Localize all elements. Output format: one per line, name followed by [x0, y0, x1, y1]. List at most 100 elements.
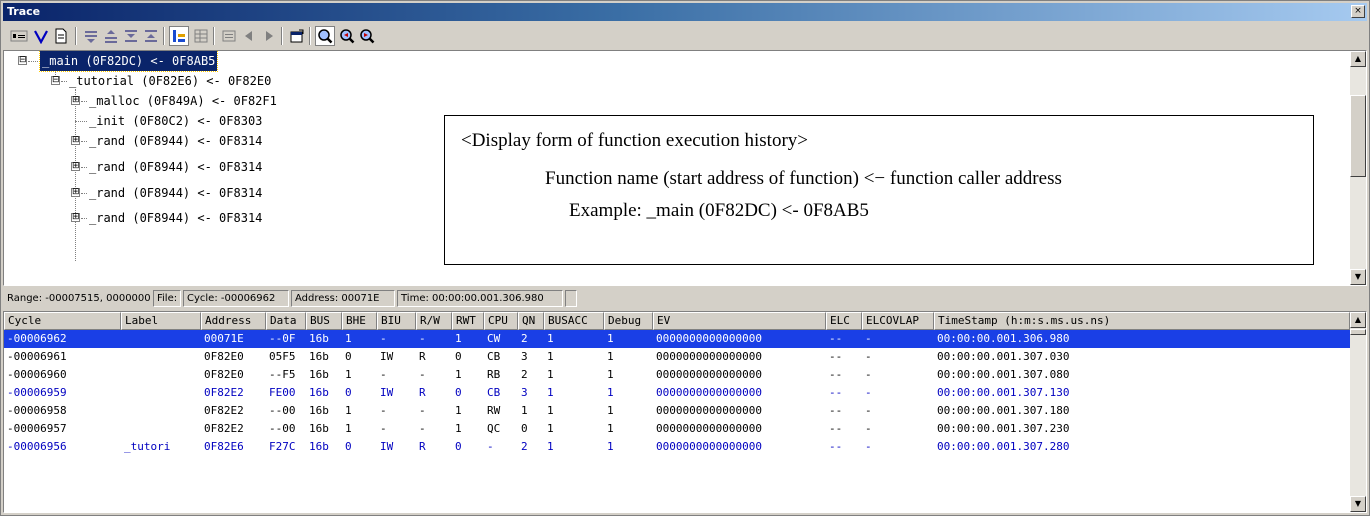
column-header[interactable]: Address: [201, 312, 266, 330]
table-cell: -00006959: [7, 386, 67, 399]
table-cell: 1: [607, 332, 614, 345]
search-next-icon[interactable]: [357, 26, 377, 46]
column-header[interactable]: QN: [518, 312, 544, 330]
table-row[interactable]: -00006957 0F82E2 --00 16b 1- -1 QC 0 1 1 000000000…: [4, 420, 1350, 438]
table-cell: -: [865, 422, 872, 435]
table-cell: 3: [521, 386, 528, 399]
tree-node-rand[interactable]: ⊞ _rand (0F8944) <- 0F8314: [71, 183, 262, 203]
column-header[interactable]: CPU: [484, 312, 518, 330]
table-cell: 0F82E6: [204, 440, 244, 453]
expand-toggle-icon[interactable]: ⊞: [71, 162, 80, 171]
annotation-heading: <Display form of function execution hist…: [461, 130, 809, 151]
align-down-icon[interactable]: [81, 26, 101, 46]
table-cell: CB: [487, 386, 501, 399]
table-cell: -00006962: [7, 332, 67, 345]
expand-toggle-icon[interactable]: ⊞: [71, 136, 80, 145]
column-header[interactable]: ELC: [826, 312, 862, 330]
title-bar[interactable]: Trace ×: [3, 3, 1367, 21]
tree-node-label: _tutorial (0F82E6) <- 0F82E0: [69, 74, 272, 88]
table-cell: R: [419, 350, 426, 363]
table-cell: 05F5: [269, 350, 296, 363]
trace-mode-icon[interactable]: [9, 26, 29, 46]
table-row[interactable]: -00006962 00071E --0F 16b 1- -1 CW 2 1 1 000000000…: [4, 330, 1350, 348]
table-cell: -: [380, 332, 387, 345]
tree-node-tutorial[interactable]: ⊟ _tutorial (0F82E6) <- 0F82E0: [51, 71, 271, 91]
table-cell: 1: [547, 368, 554, 381]
column-header[interactable]: BHE: [342, 312, 377, 330]
column-header[interactable]: RWT: [452, 312, 484, 330]
function-tree: ⊟ _main (0F82DC) <- 0F8AB5 ⊟ _tutorial (…: [4, 51, 1350, 285]
table-cell: --: [829, 332, 843, 345]
table-row[interactable]: -00006961 0F82E0 05F5 16b 0 IW R 0 CB 3 1 1 00000000…: [4, 348, 1350, 366]
table-cell: 1: [547, 440, 554, 453]
scroll-thumb[interactable]: [1350, 329, 1366, 335]
column-header[interactable]: ELCOVLAP: [862, 312, 934, 330]
column-header[interactable]: Debug: [604, 312, 653, 330]
scroll-up-icon[interactable]: ▲: [1350, 312, 1366, 328]
left-arrow-icon[interactable]: [239, 26, 259, 46]
search-icon[interactable]: [315, 26, 335, 46]
tree-node-label: _main (0F82DC) <- 0F8AB5: [38, 51, 219, 72]
table-cell: --: [829, 440, 843, 453]
scroll-down-icon[interactable]: ▼: [1350, 496, 1366, 512]
table-cell: 2: [521, 368, 528, 381]
table-cell: 00:00:00.001.307.230: [937, 422, 1070, 435]
close-button[interactable]: ×: [1351, 5, 1365, 18]
table-cell: -00006957: [7, 422, 67, 435]
scroll-up-icon[interactable]: ▲: [1350, 51, 1366, 67]
align-up-icon[interactable]: [101, 26, 121, 46]
tree-node-rand[interactable]: ⊞ _rand (0F8944) <- 0F8314: [71, 208, 262, 228]
column-header[interactable]: R/W: [416, 312, 452, 330]
tree-view-icon[interactable]: [169, 26, 189, 46]
tree-node-rand[interactable]: ⊞ _rand (0F8944) <- 0F8314: [71, 157, 262, 177]
table-cell: 00:00:00.001.307.130: [937, 386, 1070, 399]
tree-node-malloc[interactable]: ⊞ _malloc (0F849A) <- 0F82F1: [71, 91, 277, 111]
tree-vertical-scrollbar[interactable]: ▲ ▼: [1350, 51, 1366, 285]
column-header[interactable]: TimeStamp (h:m:s.ms.us.ns): [934, 312, 1350, 330]
column-header[interactable]: BUSACC: [544, 312, 604, 330]
table-cell: F27C: [269, 440, 296, 453]
window-icon[interactable]: [219, 26, 239, 46]
collapse-icon[interactable]: [141, 26, 161, 46]
column-header[interactable]: EV: [653, 312, 826, 330]
table-row[interactable]: -00006958 0F82E2 --00 16b 1- -1 RW 1 1 1 000000000…: [4, 402, 1350, 420]
tree-node-rand[interactable]: ⊞ _rand (0F8944) <- 0F8314: [71, 131, 262, 151]
table-cell: --00: [269, 404, 296, 417]
table-cell: 1: [607, 440, 614, 453]
column-header[interactable]: BIU: [377, 312, 416, 330]
table-cell: -00006956: [7, 440, 67, 453]
properties-icon[interactable]: [287, 26, 307, 46]
right-arrow-icon[interactable]: [259, 26, 279, 46]
collapse-toggle-icon[interactable]: ⊟: [51, 76, 60, 85]
table-cell: 0: [345, 350, 352, 363]
filter-icon[interactable]: [31, 26, 51, 46]
scroll-thumb[interactable]: [1350, 95, 1366, 177]
table-row[interactable]: -00006959 0F82E2 FE00 16b 0 IW R 0 CB 3 1 1 00000000…: [4, 384, 1350, 402]
table-row[interactable]: -00006956 _tutori 0F82E6 F27C 16b 0 IW R 0 - 2 1 1 00…: [4, 438, 1350, 456]
column-header[interactable]: Data: [266, 312, 306, 330]
collapse-toggle-icon[interactable]: ⊟: [18, 56, 27, 65]
expand-toggle-icon[interactable]: ⊞: [71, 96, 80, 105]
column-header[interactable]: Label: [121, 312, 201, 330]
table-cell: 1: [455, 404, 462, 417]
table-cell: 1: [547, 332, 554, 345]
search-prev-icon[interactable]: [337, 26, 357, 46]
expand-toggle-icon[interactable]: ⊞: [71, 213, 80, 222]
scroll-down-icon[interactable]: ▼: [1350, 269, 1366, 285]
expand-icon[interactable]: [121, 26, 141, 46]
table-cell: 0000000000000000: [656, 386, 762, 399]
table-row[interactable]: -00006960 0F82E0 --F5 16b 1- -1 RB 2 1 1 000000000…: [4, 366, 1350, 384]
table-cell: --0F: [269, 332, 296, 345]
table-cell: 00071E: [204, 332, 244, 345]
table-vertical-scrollbar[interactable]: ▲ ▼: [1350, 312, 1366, 512]
column-header[interactable]: Cycle: [4, 312, 121, 330]
expand-toggle-icon[interactable]: ⊞: [71, 188, 80, 197]
table-cell: 0F82E2: [204, 404, 244, 417]
tree-node-init[interactable]: _init (0F80C2) <- 0F8303: [71, 111, 262, 131]
table-cell: 1: [345, 422, 352, 435]
tree-node-main[interactable]: ⊟ _main (0F82DC) <- 0F8AB5: [18, 51, 219, 72]
document-icon[interactable]: [51, 26, 71, 46]
column-header[interactable]: BUS: [306, 312, 342, 330]
grid-view-icon[interactable]: [191, 26, 211, 46]
table-cell: 0F82E2: [204, 386, 244, 399]
